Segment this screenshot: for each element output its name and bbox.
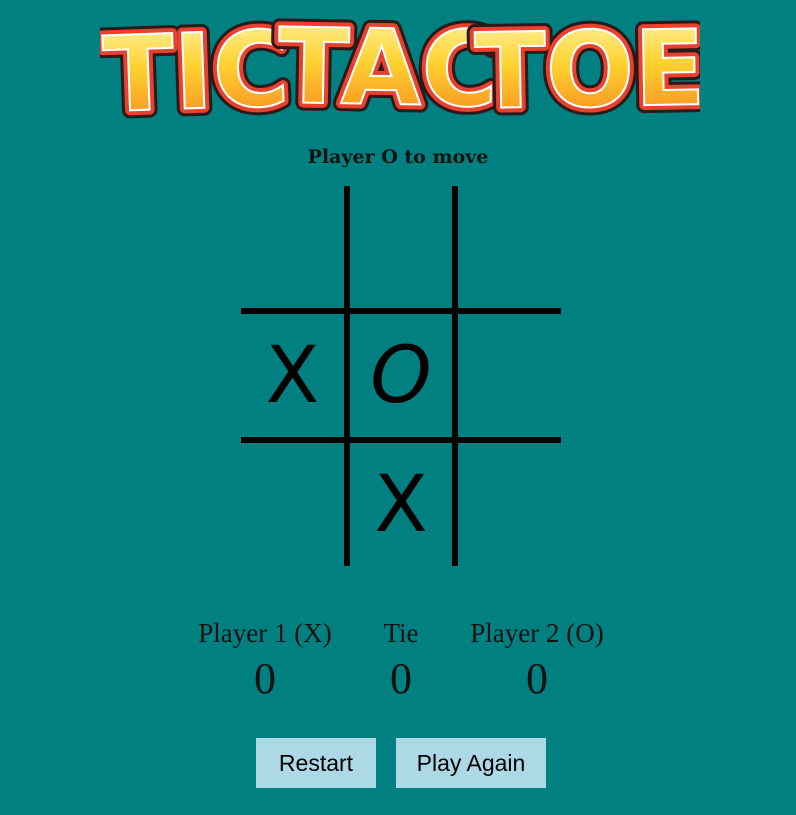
score-tie: Tie 0 [366,616,436,704]
logo-word-tac: TAC [277,5,499,130]
board-cell-2[interactable] [350,186,452,308]
board-cell-1[interactable] [241,186,344,308]
score-value-player-2: 0 [526,654,548,703]
board-cell-8[interactable]: X [350,443,452,566]
board-cell-5[interactable]: O [350,314,452,437]
score-value-tie: 0 [390,654,412,703]
logo-word-tic: TIC [101,8,291,130]
logo-word-toe: TOE [474,7,700,130]
score-label-player-2: Player 2 (O) [470,618,604,648]
score-player-1: Player 1 (X) 0 [180,616,350,704]
board-cell-9[interactable] [458,443,561,566]
board-cell-6[interactable] [458,314,561,437]
cell-mark: X [265,330,320,421]
score-value-player-1: 0 [254,654,276,703]
board-cell-4[interactable]: X [241,314,344,437]
cell-mark: X [374,459,428,550]
game-board: X O X [241,186,561,566]
restart-button[interactable]: Restart [256,738,376,788]
turn-status: Player O to move [307,146,489,168]
play-again-button[interactable]: Play Again [396,738,546,788]
board-cell-3[interactable] [458,186,561,308]
board-cell-7[interactable] [241,443,344,566]
cell-mark: O [370,330,432,421]
score-player-2: Player 2 (O) 0 [452,616,622,704]
tic-tac-toe-logo: TIC TIC TIC TAC TAC TAC TOE TOE TOE [100,0,700,130]
score-label-tie: Tie [383,618,419,648]
score-label-player-1: Player 1 (X) [198,618,332,648]
